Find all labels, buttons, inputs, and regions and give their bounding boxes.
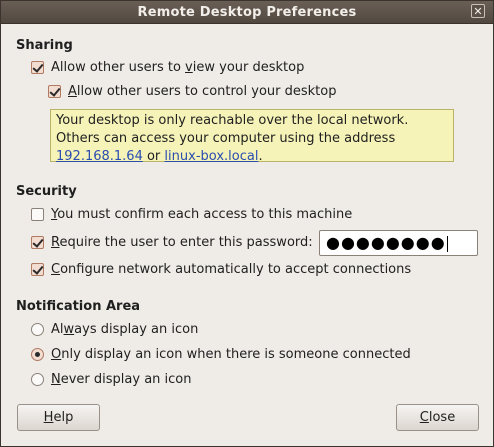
require-password-check-icon[interactable] xyxy=(31,236,44,249)
only-connected-radio-icon[interactable] xyxy=(31,348,44,361)
allow-view-check-icon[interactable] xyxy=(31,61,44,74)
close-button[interactable]: Close xyxy=(396,404,479,431)
confirm-access-checkbox[interactable]: You must confirm each access to this mac… xyxy=(31,207,352,222)
info-end: . xyxy=(258,149,263,164)
help-button-label: Help xyxy=(43,410,74,425)
title-bar[interactable]: Remote Desktop Preferences ✕ xyxy=(1,1,493,24)
allow-control-label: Allow other users to control your deskto… xyxy=(68,84,337,99)
preferences-window: Remote Desktop Preferences ✕ Sharing All… xyxy=(0,0,494,447)
info-text: Your desktop is only reachable over the … xyxy=(56,113,409,146)
only-connected-label: Only display an icon when there is someo… xyxy=(51,347,411,362)
never-display-label: Never display an icon xyxy=(51,372,192,387)
only-connected-radio[interactable]: Only display an icon when there is someo… xyxy=(31,347,411,362)
always-display-label: Always display an icon xyxy=(51,322,199,337)
require-password-checkbox[interactable]: Require the user to enter this password: xyxy=(31,235,313,250)
info-or: or xyxy=(142,149,165,164)
window-title: Remote Desktop Preferences xyxy=(137,4,357,20)
always-display-radio-icon[interactable] xyxy=(31,323,44,336)
security-heading: Security xyxy=(16,184,77,199)
configure-network-checkbox[interactable]: Configure network automatically to accep… xyxy=(31,262,411,277)
help-button[interactable]: Help xyxy=(17,404,100,431)
sharing-heading: Sharing xyxy=(16,38,73,53)
allow-control-checkbox[interactable]: Allow other users to control your deskto… xyxy=(48,84,336,99)
configure-network-label: Configure network automatically to accep… xyxy=(51,262,412,277)
allow-control-check-icon[interactable] xyxy=(48,85,61,98)
confirm-access-label: You must confirm each access to this mac… xyxy=(51,207,353,222)
close-window-icon[interactable]: ✕ xyxy=(471,4,485,18)
allow-view-checkbox[interactable]: Allow other users to view your desktop xyxy=(31,60,304,75)
always-display-radio[interactable]: Always display an icon xyxy=(31,322,198,337)
ip-address-link[interactable]: 192.168.1.64 xyxy=(56,149,143,164)
configure-network-check-icon[interactable] xyxy=(31,263,44,276)
require-password-label: Require the user to enter this password: xyxy=(51,235,313,250)
network-info-box: Your desktop is only reachable over the … xyxy=(50,109,454,164)
never-display-radio-icon[interactable] xyxy=(31,373,44,386)
notification-heading: Notification Area xyxy=(16,299,141,314)
hostname-link[interactable]: linux-box.local xyxy=(164,149,258,164)
never-display-radio[interactable]: Never display an icon xyxy=(31,372,191,387)
allow-view-label: Allow other users to view your desktop xyxy=(51,60,305,75)
password-field[interactable]: ●●●●●●●● xyxy=(319,230,478,256)
confirm-access-check-icon[interactable] xyxy=(31,208,44,221)
close-button-label: Close xyxy=(419,410,456,425)
